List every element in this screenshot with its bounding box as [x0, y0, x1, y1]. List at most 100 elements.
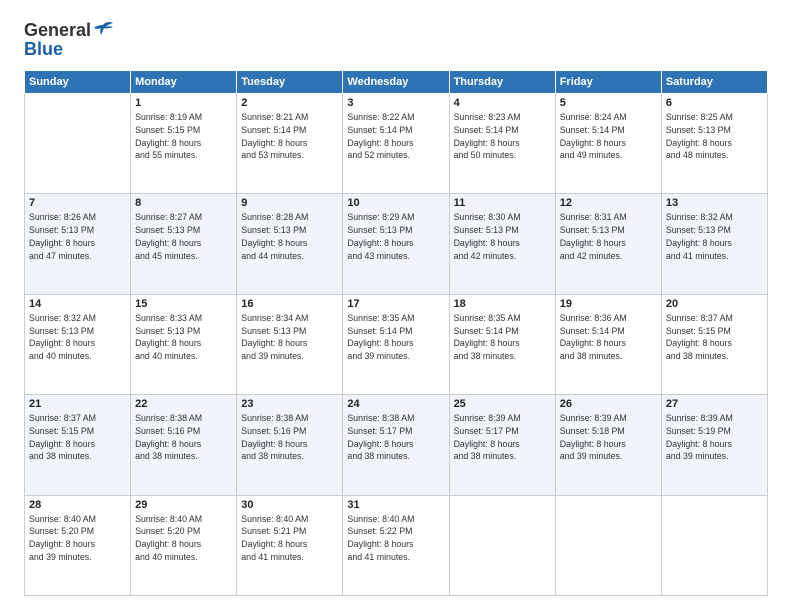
calendar-header-row: SundayMondayTuesdayWednesdayThursdayFrid…	[25, 71, 768, 94]
day-info: Sunrise: 8:39 AM Sunset: 5:19 PM Dayligh…	[666, 412, 763, 463]
calendar-cell: 2 Sunrise: 8:21 AM Sunset: 5:14 PM Daylig…	[237, 94, 343, 194]
calendar-cell: 26 Sunrise: 8:39 AM Sunset: 5:18 PM Dayli…	[555, 395, 661, 495]
logo-general: General	[24, 20, 91, 41]
day-number: 31	[347, 499, 444, 511]
calendar-cell: 3 Sunrise: 8:22 AM Sunset: 5:14 PM Daylig…	[343, 94, 449, 194]
day-number: 9	[241, 197, 338, 209]
day-number: 11	[454, 197, 551, 209]
day-number: 22	[135, 398, 232, 410]
calendar-cell: 21Sunrise: 8:37 AM Sunset: 5:15 PM Dayli…	[25, 395, 131, 495]
day-info: Sunrise: 8:25 AM Sunset: 5:13 PM Dayligh…	[666, 111, 763, 162]
day-number: 10	[347, 197, 444, 209]
day-number: 24	[347, 398, 444, 410]
calendar-cell: 10 Sunrise: 8:29 AM Sunset: 5:13 PM Dayli…	[343, 194, 449, 294]
header: General Blue	[24, 20, 768, 60]
day-number: 25	[454, 398, 551, 410]
day-number: 28	[29, 499, 126, 511]
calendar-week-row: 14 Sunrise: 8:32 AM Sunset: 5:13 PM Dayli…	[25, 294, 768, 394]
calendar-week-row: 28 Sunrise: 8:40 AM Sunset: 5:20 PM Dayli…	[25, 495, 768, 595]
calendar-cell: 23 Sunrise: 8:38 AM Sunset: 5:16 PM Dayli…	[237, 395, 343, 495]
weekday-header-wednesday: Wednesday	[343, 71, 449, 94]
calendar-cell: 9 Sunrise: 8:28 AM Sunset: 5:13 PM Daylig…	[237, 194, 343, 294]
day-info: Sunrise: 8:28 AM Sunset: 5:13 PM Dayligh…	[241, 211, 338, 262]
page: General Blue SundayMondayTuesdayWednesda…	[0, 0, 792, 612]
day-info: Sunrise: 8:21 AM Sunset: 5:14 PM Dayligh…	[241, 111, 338, 162]
day-number: 6	[666, 97, 763, 109]
calendar-cell: 16Sunrise: 8:34 AM Sunset: 5:13 PM Dayli…	[237, 294, 343, 394]
calendar-cell: 17 Sunrise: 8:35 AM Sunset: 5:14 PM Dayli…	[343, 294, 449, 394]
weekday-header-saturday: Saturday	[661, 71, 767, 94]
day-info: Sunrise: 8:23 AM Sunset: 5:14 PM Dayligh…	[454, 111, 551, 162]
calendar-cell: 22Sunrise: 8:38 AM Sunset: 5:16 PM Dayli…	[131, 395, 237, 495]
day-info: Sunrise: 8:32 AM Sunset: 5:13 PM Dayligh…	[666, 211, 763, 262]
calendar-cell: 6 Sunrise: 8:25 AM Sunset: 5:13 PM Daylig…	[661, 94, 767, 194]
calendar-cell: 5 Sunrise: 8:24 AM Sunset: 5:14 PM Daylig…	[555, 94, 661, 194]
calendar-cell: 20 Sunrise: 8:37 AM Sunset: 5:15 PM Dayli…	[661, 294, 767, 394]
day-number: 4	[454, 97, 551, 109]
calendar-cell: 13 Sunrise: 8:32 AM Sunset: 5:13 PM Dayli…	[661, 194, 767, 294]
logo-bird-icon	[93, 21, 113, 37]
calendar-week-row: 1Sunrise: 8:19 AM Sunset: 5:15 PM Daylig…	[25, 94, 768, 194]
calendar-cell: 19Sunrise: 8:36 AM Sunset: 5:14 PM Dayli…	[555, 294, 661, 394]
calendar-week-row: 21Sunrise: 8:37 AM Sunset: 5:15 PM Dayli…	[25, 395, 768, 495]
day-info: Sunrise: 8:39 AM Sunset: 5:17 PM Dayligh…	[454, 412, 551, 463]
calendar-cell: 31 Sunrise: 8:40 AM Sunset: 5:22 PM Dayli…	[343, 495, 449, 595]
calendar-cell: 25 Sunrise: 8:39 AM Sunset: 5:17 PM Dayli…	[449, 395, 555, 495]
day-info: Sunrise: 8:36 AM Sunset: 5:14 PM Dayligh…	[560, 312, 657, 363]
day-number: 3	[347, 97, 444, 109]
day-info: Sunrise: 8:40 AM Sunset: 5:21 PM Dayligh…	[241, 513, 338, 564]
day-number: 14	[29, 298, 126, 310]
logo: General Blue	[24, 20, 113, 60]
weekday-header-monday: Monday	[131, 71, 237, 94]
day-number: 26	[560, 398, 657, 410]
calendar-cell: 14 Sunrise: 8:32 AM Sunset: 5:13 PM Dayli…	[25, 294, 131, 394]
day-number: 16	[241, 298, 338, 310]
weekday-header-sunday: Sunday	[25, 71, 131, 94]
calendar-cell: 7Sunrise: 8:26 AM Sunset: 5:13 PM Daylig…	[25, 194, 131, 294]
day-number: 13	[666, 197, 763, 209]
calendar-cell: 27 Sunrise: 8:39 AM Sunset: 5:19 PM Dayli…	[661, 395, 767, 495]
day-number: 21	[29, 398, 126, 410]
calendar-week-row: 7Sunrise: 8:26 AM Sunset: 5:13 PM Daylig…	[25, 194, 768, 294]
day-info: Sunrise: 8:35 AM Sunset: 5:14 PM Dayligh…	[454, 312, 551, 363]
day-info: Sunrise: 8:32 AM Sunset: 5:13 PM Dayligh…	[29, 312, 126, 363]
day-number: 29	[135, 499, 232, 511]
calendar-cell: 18Sunrise: 8:35 AM Sunset: 5:14 PM Dayli…	[449, 294, 555, 394]
day-number: 30	[241, 499, 338, 511]
day-info: Sunrise: 8:35 AM Sunset: 5:14 PM Dayligh…	[347, 312, 444, 363]
day-number: 20	[666, 298, 763, 310]
day-number: 5	[560, 97, 657, 109]
day-info: Sunrise: 8:37 AM Sunset: 5:15 PM Dayligh…	[666, 312, 763, 363]
day-info: Sunrise: 8:40 AM Sunset: 5:22 PM Dayligh…	[347, 513, 444, 564]
day-info: Sunrise: 8:22 AM Sunset: 5:14 PM Dayligh…	[347, 111, 444, 162]
calendar-cell	[25, 94, 131, 194]
calendar-cell: 11 Sunrise: 8:30 AM Sunset: 5:13 PM Dayli…	[449, 194, 555, 294]
day-info: Sunrise: 8:24 AM Sunset: 5:14 PM Dayligh…	[560, 111, 657, 162]
logo-blue: Blue	[24, 39, 63, 60]
calendar-cell: 30 Sunrise: 8:40 AM Sunset: 5:21 PM Dayli…	[237, 495, 343, 595]
calendar-cell	[661, 495, 767, 595]
day-info: Sunrise: 8:19 AM Sunset: 5:15 PM Dayligh…	[135, 111, 232, 162]
calendar-cell	[449, 495, 555, 595]
day-number: 27	[666, 398, 763, 410]
calendar-cell: 28 Sunrise: 8:40 AM Sunset: 5:20 PM Dayli…	[25, 495, 131, 595]
day-info: Sunrise: 8:30 AM Sunset: 5:13 PM Dayligh…	[454, 211, 551, 262]
calendar-cell: 1Sunrise: 8:19 AM Sunset: 5:15 PM Daylig…	[131, 94, 237, 194]
calendar-cell: 4 Sunrise: 8:23 AM Sunset: 5:14 PM Daylig…	[449, 94, 555, 194]
day-number: 12	[560, 197, 657, 209]
calendar-cell: 15Sunrise: 8:33 AM Sunset: 5:13 PM Dayli…	[131, 294, 237, 394]
day-number: 17	[347, 298, 444, 310]
day-number: 15	[135, 298, 232, 310]
day-info: Sunrise: 8:40 AM Sunset: 5:20 PM Dayligh…	[29, 513, 126, 564]
day-info: Sunrise: 8:27 AM Sunset: 5:13 PM Dayligh…	[135, 211, 232, 262]
day-info: Sunrise: 8:38 AM Sunset: 5:17 PM Dayligh…	[347, 412, 444, 463]
day-info: Sunrise: 8:40 AM Sunset: 5:20 PM Dayligh…	[135, 513, 232, 564]
day-number: 23	[241, 398, 338, 410]
day-info: Sunrise: 8:38 AM Sunset: 5:16 PM Dayligh…	[241, 412, 338, 463]
day-number: 2	[241, 97, 338, 109]
day-info: Sunrise: 8:39 AM Sunset: 5:18 PM Dayligh…	[560, 412, 657, 463]
weekday-header-friday: Friday	[555, 71, 661, 94]
weekday-header-thursday: Thursday	[449, 71, 555, 94]
calendar-cell: 29 Sunrise: 8:40 AM Sunset: 5:20 PM Dayli…	[131, 495, 237, 595]
day-info: Sunrise: 8:29 AM Sunset: 5:13 PM Dayligh…	[347, 211, 444, 262]
